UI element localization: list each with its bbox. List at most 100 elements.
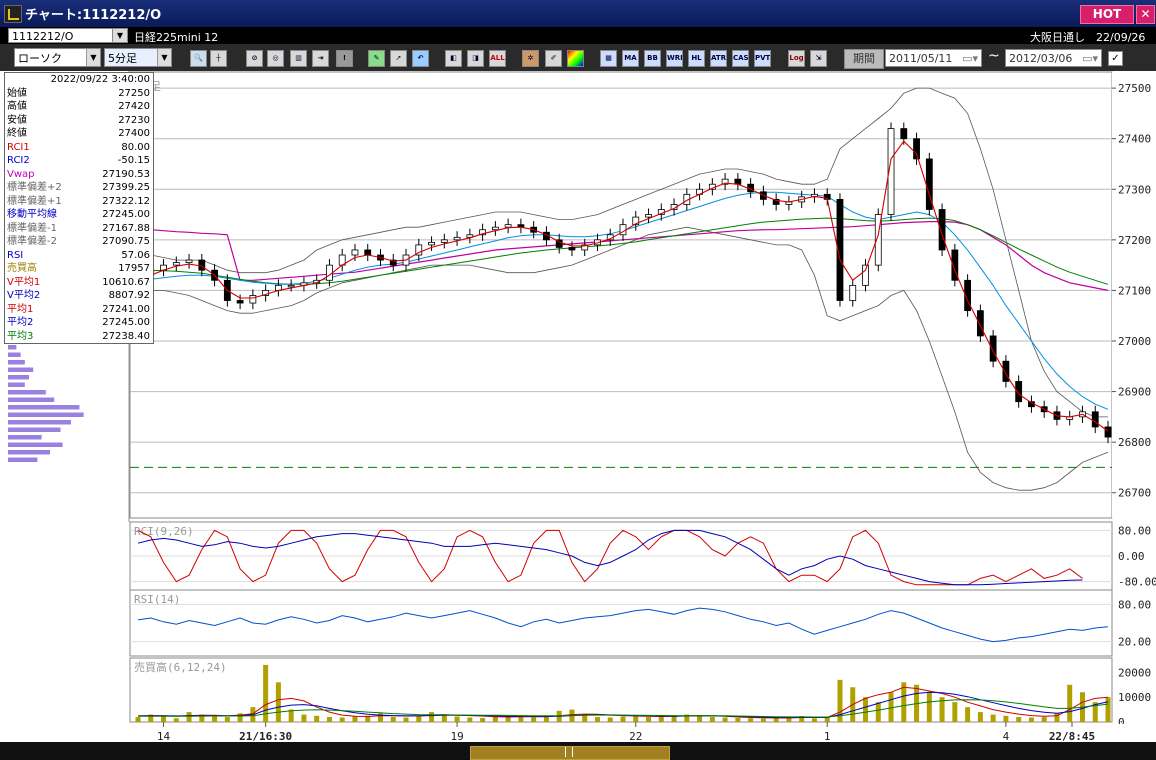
ma-icon[interactable]: MA <box>622 50 639 67</box>
log-icon[interactable]: Log <box>788 50 805 67</box>
data-row: 標準偏差-1 27167.88 <box>5 222 153 236</box>
settings-icon[interactable]: ✲ <box>522 50 539 67</box>
profile-bar <box>8 435 42 440</box>
data-row: 始値 27250 <box>5 87 153 101</box>
data-row-label: RSI <box>7 249 24 261</box>
data-row-label: RCI1 <box>7 141 30 153</box>
data-row-label: 平均1 <box>7 303 34 315</box>
candle-body <box>913 138 920 160</box>
data-row-value: 27399.25 <box>102 182 150 193</box>
cancel-icon[interactable]: ⊘ <box>246 50 263 67</box>
pencil-icon[interactable]: ✎ <box>368 50 385 67</box>
data-row: 標準偏差+1 27322.12 <box>5 195 153 209</box>
data-row-value: 27322.12 <box>102 195 150 207</box>
palette-icon[interactable] <box>567 50 584 67</box>
profile-bar <box>8 412 84 417</box>
volume-bar <box>952 702 958 722</box>
data-row-label: 平均2 <box>7 317 34 328</box>
chevron-down-icon[interactable]: ▼ <box>112 29 127 42</box>
data-row-label: 売買高 <box>7 263 37 274</box>
close-icon[interactable]: ✕ <box>1136 5 1155 24</box>
data-row: Vwap 27190.53 <box>5 168 153 182</box>
magnify-icon[interactable]: ◎ <box>267 50 284 67</box>
volume-bar <box>620 716 626 722</box>
data-row-value: 10610.67 <box>102 276 150 288</box>
hot-button[interactable]: HOT <box>1080 5 1134 24</box>
candle-body <box>351 249 359 256</box>
volume-panel-label: 売買高(6,12,24) <box>134 660 227 674</box>
candle-body <box>440 239 448 243</box>
x-axis: 14 21/16:30 19 22 1 4 22/8:45 <box>130 722 1156 742</box>
grid-icon[interactable]: ▦ <box>600 50 617 67</box>
pvt-icon[interactable]: PVT <box>754 50 771 67</box>
volume-bar <box>748 718 754 722</box>
volume-bar <box>965 707 971 722</box>
bb-icon[interactable]: BB <box>644 50 661 67</box>
volume-bar <box>1028 717 1034 722</box>
price-tick-label: 27000 <box>1118 335 1151 348</box>
wre-icon[interactable]: WRE <box>666 50 683 67</box>
chevron-down-icon[interactable]: ▼ <box>157 49 171 66</box>
rsi-tick-label: 20.00 <box>1118 636 1151 649</box>
data-row-label: 標準偏差+1 <box>7 195 62 207</box>
volume-bar <box>390 717 396 722</box>
cursor-icon[interactable]: ➚ <box>390 50 407 67</box>
profile-bar <box>8 442 63 447</box>
chevron-down-icon[interactable]: ▼ <box>86 49 100 66</box>
data-row-label: 標準偏差+2 <box>7 182 62 193</box>
data-row-label: 終値 <box>7 128 27 139</box>
hl-icon[interactable]: HL <box>688 50 705 67</box>
rci-tick-label: 80.00 <box>1118 524 1151 537</box>
bar-chart-icon[interactable]: ▥ <box>290 50 307 67</box>
chart-type-select[interactable]: ローソク ▼ <box>14 48 101 67</box>
candle-body <box>491 226 499 231</box>
price-tick-label: 26700 <box>1118 487 1151 500</box>
volume-bar <box>543 717 549 722</box>
brush-icon[interactable]: ✐ <box>545 50 562 67</box>
date-from-field[interactable]: 2011/05/11 ▭▾ <box>885 49 982 67</box>
candle-body <box>900 128 908 140</box>
period-button[interactable]: 期間 <box>844 49 884 69</box>
calendar-icon[interactable]: ▭▾ <box>1082 50 1098 68</box>
volume-bar <box>314 715 320 722</box>
volume-bar <box>646 717 652 722</box>
zoom-icon[interactable]: 🔍 <box>190 50 207 67</box>
calendar-icon[interactable]: ▭▾ <box>962 50 978 68</box>
profile-bar <box>8 375 29 380</box>
profile-bar <box>8 345 17 350</box>
data-row-label: Vwap <box>7 168 35 180</box>
exit-icon[interactable]: ⇥ <box>312 50 329 67</box>
data-row: 平均1 27241.00 <box>5 303 153 317</box>
data-row-value: 27400 <box>118 128 150 139</box>
interval-select[interactable]: 5分足 ▼ <box>104 48 172 67</box>
cash-icon[interactable]: CASH <box>732 50 749 67</box>
undo-icon[interactable]: ↶ <box>412 50 429 67</box>
volume-bar <box>607 717 613 722</box>
price-tick-label: 27200 <box>1118 234 1151 247</box>
x-tick-label: 14 <box>157 730 171 742</box>
volume-bar <box>990 714 996 722</box>
rci-panel-label: RCI(9,26) <box>134 525 194 538</box>
info-icon[interactable]: ! <box>336 50 353 67</box>
scrollbar-grip-icon[interactable] <box>565 747 573 757</box>
date-range-checkbox[interactable]: ✓ <box>1108 51 1123 66</box>
data-row: 終値 27400 <box>5 127 153 141</box>
atr-icon[interactable]: ATR <box>710 50 727 67</box>
candle-left-icon[interactable]: ◧ <box>445 50 462 67</box>
candle-right-icon[interactable]: ◨ <box>467 50 484 67</box>
all-icon[interactable]: ALL <box>489 50 506 67</box>
chart-svg[interactable]: 27500 27400 27300 27200 27100 27000 26900 26800… <box>0 71 1156 742</box>
draw-line-icon[interactable]: ┼ <box>210 50 227 67</box>
volume-bar <box>212 715 218 722</box>
volume-bar <box>224 717 230 722</box>
candle-body <box>989 335 997 362</box>
candle-body <box>504 224 512 228</box>
data-row: RCI1 80.00 <box>5 141 153 155</box>
symbol-code-field[interactable]: 1112212/O ▼ <box>8 28 128 43</box>
profile-bar <box>8 397 55 402</box>
date-to-field[interactable]: 2012/03/06 ▭▾ <box>1005 49 1102 67</box>
profile-bar <box>8 390 46 395</box>
data-row-value: -50.15 <box>117 155 150 166</box>
volume-bar <box>1105 697 1111 722</box>
export-icon[interactable]: ⇲ <box>810 50 827 67</box>
